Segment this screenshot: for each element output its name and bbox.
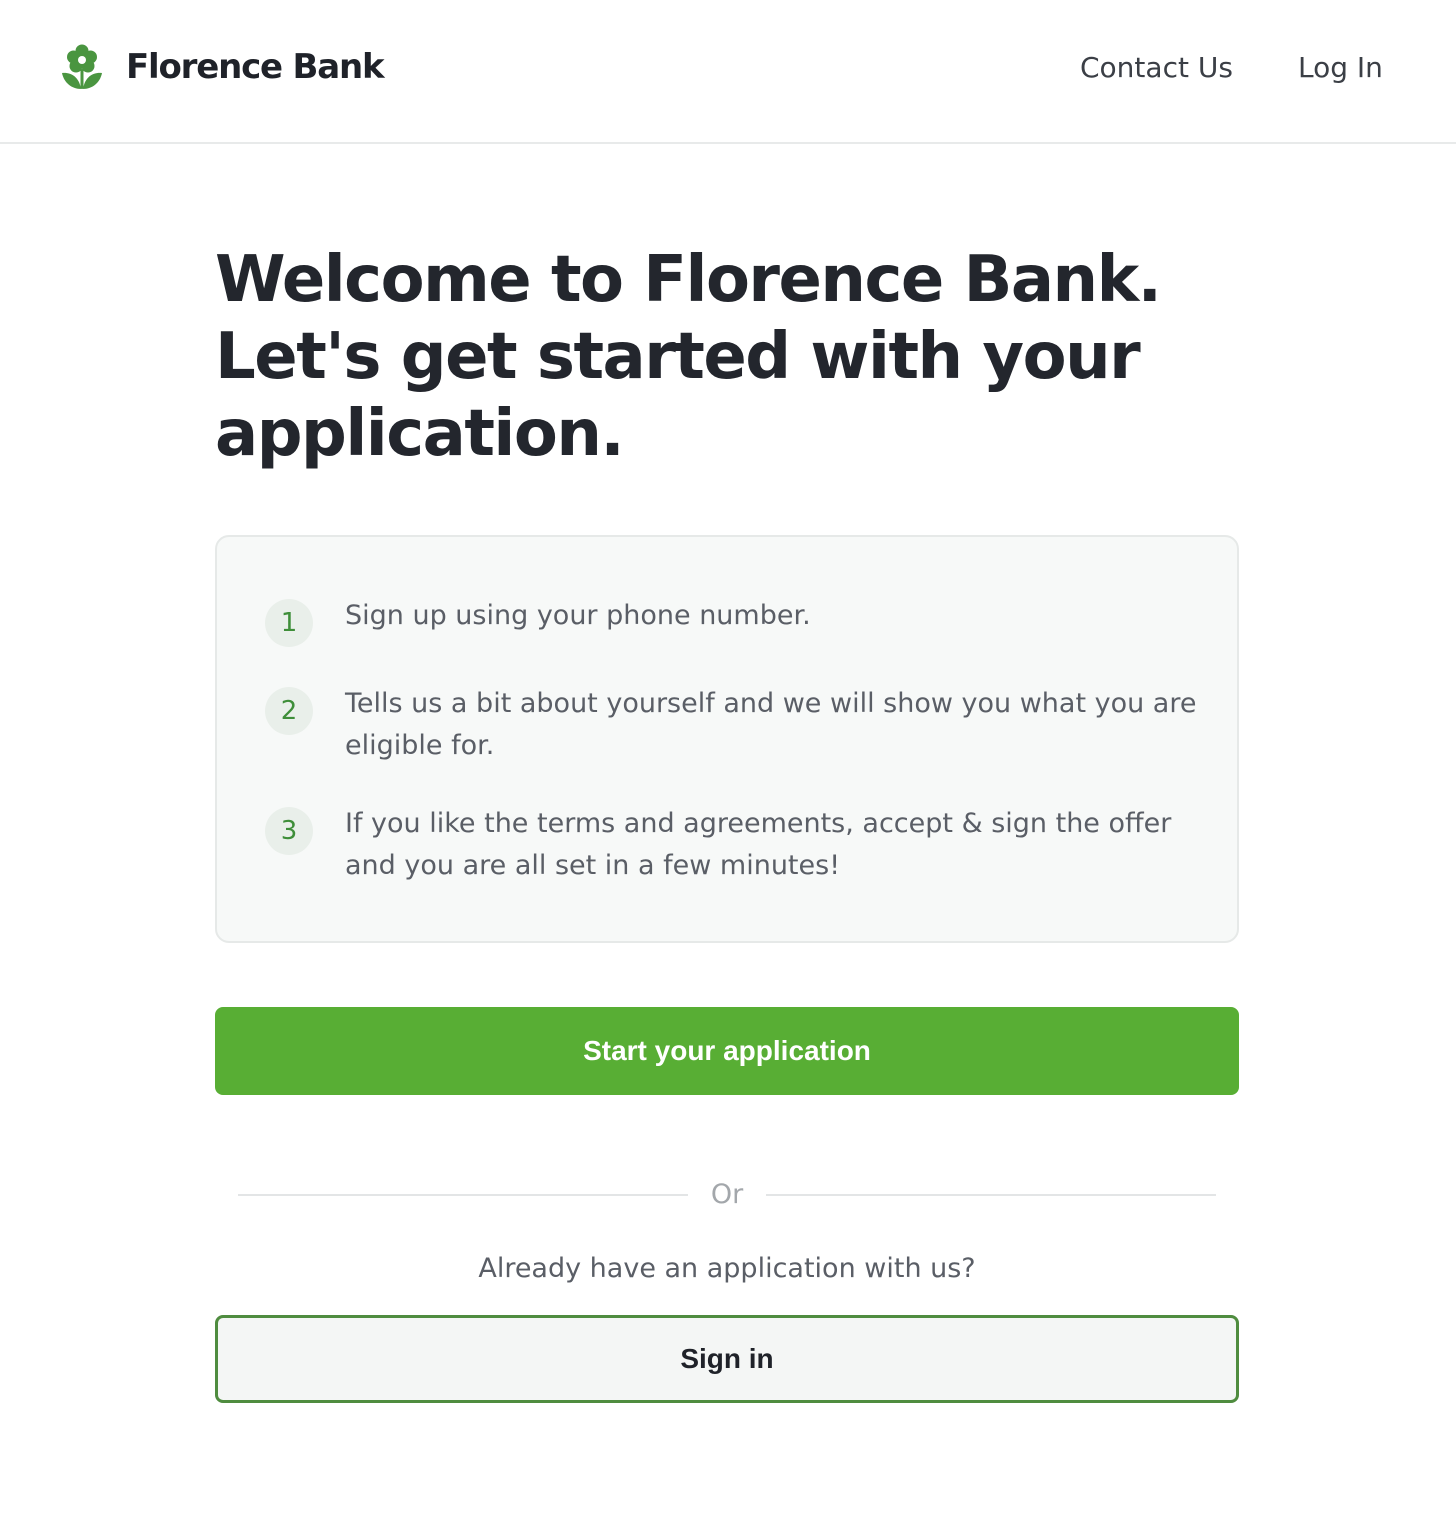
page-title-line: Let's get started with your — [215, 320, 1141, 394]
application-steps-card: 1 Sign up using your phone number. 2 Tel… — [215, 535, 1239, 943]
divider-line — [766, 1194, 1216, 1196]
step-description: If you like the terms and agreements, ac… — [345, 808, 1172, 881]
existing-application-prompt: Already have an application with us? — [478, 1253, 976, 1284]
page-title-line: application. — [215, 397, 625, 471]
step-description: Sign up using your phone number. — [345, 600, 811, 631]
sign-in-button[interactable]: Sign in — [215, 1315, 1239, 1403]
brand-logo-link[interactable]: Florence Bank — [60, 42, 385, 92]
step-number-badge: 2 — [265, 687, 313, 735]
step-number-badge: 3 — [265, 807, 313, 855]
step-number-badge: 1 — [265, 599, 313, 647]
brand-name: Florence Bank — [126, 47, 385, 87]
step-description: Tells us a bit about yourself and we wil… — [345, 688, 1197, 761]
page-title: Welcome to Florence Bank. Let's get star… — [215, 242, 1255, 473]
contact-us-link[interactable]: Contact Us — [1080, 48, 1233, 88]
start-application-button[interactable]: Start your application — [215, 1007, 1239, 1095]
top-navigation-bar: Florence Bank Contact Us Log In — [0, 0, 1456, 144]
flower-icon — [62, 44, 102, 89]
divider-line — [238, 1194, 688, 1196]
page-title-line: Welcome to Florence Bank. — [215, 243, 1162, 317]
divider-or-label: Or — [710, 1179, 744, 1210]
log-in-link[interactable]: Log In — [1298, 48, 1383, 88]
